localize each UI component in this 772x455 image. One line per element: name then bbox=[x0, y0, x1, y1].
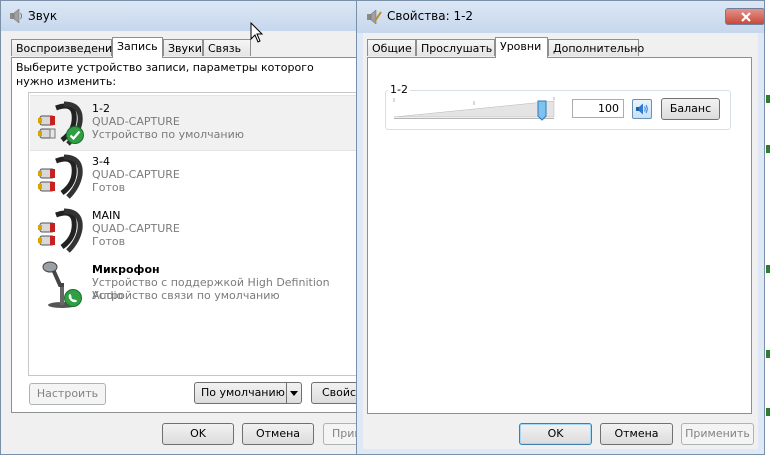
device-name: 1-2 bbox=[92, 102, 110, 115]
phone-badge-icon bbox=[64, 289, 82, 307]
sound-cancel-button[interactable]: Отмена bbox=[242, 423, 314, 445]
slider-thumb[interactable] bbox=[537, 100, 547, 121]
tab-advanced[interactable]: Дополнительно bbox=[548, 39, 644, 56]
set-default-button[interactable]: По умолчанию bbox=[194, 382, 302, 404]
rca-cable-icon bbox=[38, 207, 86, 255]
background-fragment bbox=[766, 95, 770, 103]
default-check-icon bbox=[66, 126, 84, 144]
levels-panel: 1-2 100 Баланс bbox=[367, 57, 752, 414]
mute-button[interactable] bbox=[632, 99, 652, 119]
rca-cable-icon bbox=[38, 153, 86, 201]
device-name: 3-4 bbox=[92, 155, 110, 168]
dropdown-arrow-icon[interactable] bbox=[286, 383, 301, 403]
set-default-label: По умолчанию bbox=[201, 386, 285, 399]
level-group: 1-2 100 Баланс bbox=[385, 83, 731, 130]
device-name: MAIN bbox=[92, 209, 121, 222]
properties-body: Общие Прослушать Уровни Дополнительно 1-… bbox=[363, 33, 758, 449]
properties-app-icon bbox=[366, 9, 382, 25]
tab-recording[interactable]: Запись bbox=[112, 37, 163, 58]
recording-panel: Выберите устройство записи, параметры ко… bbox=[11, 57, 371, 413]
device-status: Готов bbox=[92, 235, 126, 248]
speaker-app-icon bbox=[8, 8, 24, 24]
properties-window-title: Свойства: 1-2 bbox=[387, 9, 474, 23]
tab-communications[interactable]: Связь bbox=[203, 39, 251, 56]
background-fragment bbox=[766, 145, 770, 153]
properties-apply-button[interactable]: Применить bbox=[681, 423, 754, 445]
instruction-text: Выберите устройство записи, параметры ко… bbox=[16, 61, 314, 88]
device-subtitle: QUAD-CAPTURE bbox=[92, 168, 180, 181]
device-status: Готов bbox=[92, 181, 126, 194]
tab-sounds[interactable]: Звуки bbox=[163, 39, 203, 56]
background-fragment bbox=[766, 350, 770, 358]
tab-general[interactable]: Общие bbox=[367, 39, 416, 56]
device-status: Устройство по умолчанию bbox=[92, 128, 245, 141]
tab-playback[interactable]: Воспроизведение bbox=[11, 39, 119, 56]
properties-window: Свойства: 1-2 Общие Прослушать Уровни До… bbox=[356, 0, 765, 455]
properties-titlebar[interactable]: Свойства: 1-2 bbox=[357, 1, 765, 33]
background-strip bbox=[764, 0, 772, 455]
device-item-3-4[interactable]: 3-4 QUAD-CAPTURE Готов bbox=[30, 149, 361, 203]
level-value-field[interactable]: 100 bbox=[572, 99, 624, 118]
device-list: 1-2 QUAD-CAPTURE Устройство по умолчанию bbox=[28, 92, 362, 376]
background-fragment bbox=[766, 408, 770, 416]
sound-titlebar[interactable]: Звук bbox=[1, 1, 360, 31]
device-item-main[interactable]: MAIN QUAD-CAPTURE Готов bbox=[30, 203, 361, 257]
tab-listen[interactable]: Прослушать bbox=[416, 39, 495, 56]
mouse-cursor-icon bbox=[250, 21, 264, 44]
device-item-microphone[interactable]: Микрофон Устройство с поддержкой High De… bbox=[30, 257, 361, 311]
slider-track bbox=[393, 97, 555, 121]
level-label: 1-2 bbox=[388, 83, 410, 96]
device-subtitle: QUAD-CAPTURE bbox=[92, 115, 180, 128]
configure-button[interactable]: Настроить bbox=[29, 383, 106, 405]
properties-ok-button[interactable]: OK bbox=[519, 423, 592, 445]
device-subtitle: QUAD-CAPTURE bbox=[92, 222, 180, 235]
background-fragment bbox=[766, 265, 770, 273]
level-slider[interactable] bbox=[392, 97, 562, 123]
device-name: Микрофон bbox=[92, 263, 160, 276]
close-button[interactable] bbox=[725, 8, 765, 25]
balance-button[interactable]: Баланс bbox=[661, 98, 720, 120]
device-item-1-2[interactable]: 1-2 QUAD-CAPTURE Устройство по умолчанию bbox=[30, 95, 361, 151]
close-icon bbox=[740, 11, 752, 23]
sound-tabstrip: Воспроизведение Запись Звуки Связь bbox=[11, 37, 351, 58]
tab-levels[interactable]: Уровни bbox=[495, 37, 548, 58]
properties-tabstrip: Общие Прослушать Уровни Дополнительно bbox=[367, 37, 747, 58]
sound-window: Звук Воспроизведение Запись Звуки Связь … bbox=[0, 0, 371, 455]
properties-cancel-button[interactable]: Отмена bbox=[600, 423, 673, 445]
sound-window-title: Звук bbox=[28, 9, 58, 23]
sound-ok-button[interactable]: OK bbox=[162, 423, 234, 445]
speaker-icon bbox=[635, 102, 649, 116]
device-status: Устройство связи по умолчанию bbox=[92, 289, 280, 302]
